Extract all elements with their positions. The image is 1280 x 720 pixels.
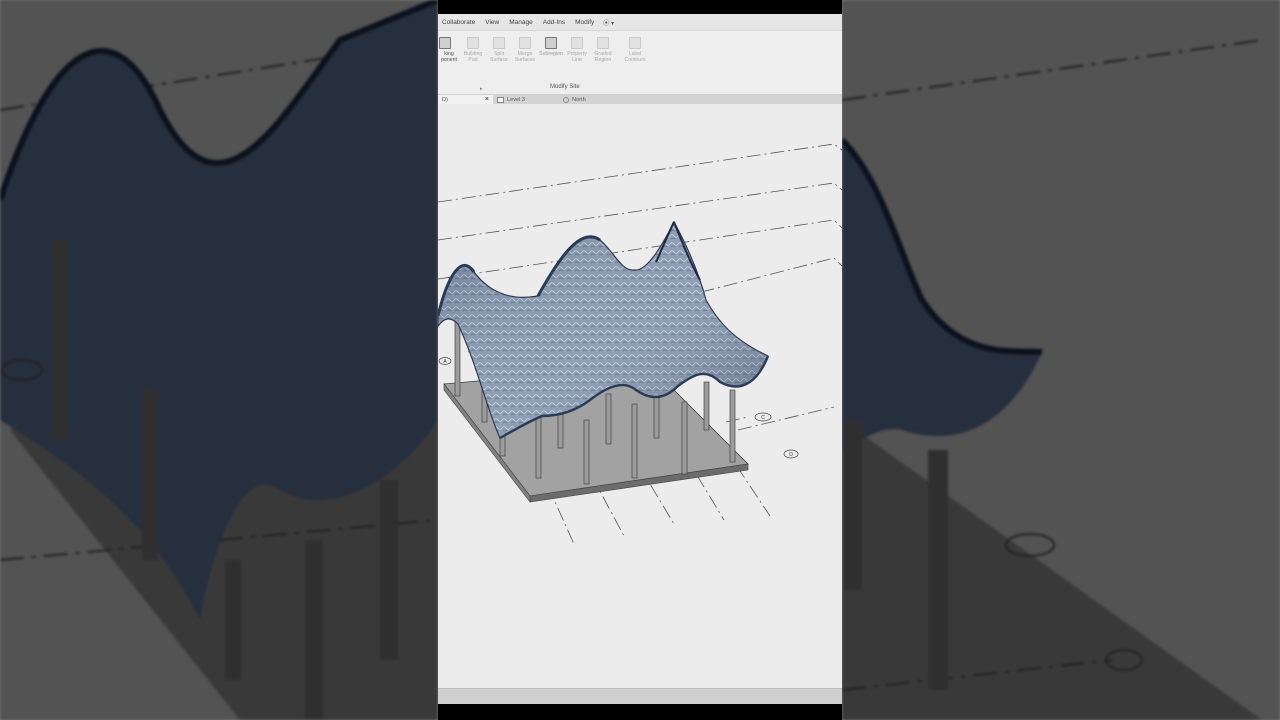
label-contours-button[interactable]: Label Contours — [622, 34, 648, 80]
model-canvas[interactable]: A C D — [438, 104, 842, 688]
view-tab-label: Level 3 — [507, 96, 526, 103]
label-contours-icon — [629, 37, 641, 49]
grid-bubble-d[interactable]: D — [783, 449, 799, 459]
view-tab-north[interactable]: North — [559, 95, 590, 104]
split-surface-icon — [493, 37, 505, 49]
frame-bottom-edge — [438, 704, 842, 720]
grid-d-line — [737, 406, 835, 431]
property-line-icon — [571, 37, 583, 49]
subregion-icon — [545, 37, 557, 49]
split-surface-button[interactable]: Split Surface — [486, 34, 512, 80]
parking-component-button[interactable]: king ponent — [438, 34, 460, 80]
tool-label: Label Contours — [624, 51, 646, 63]
modify-site-tools: king ponent Building Pad Split Surface M… — [438, 34, 842, 80]
blurred-background-left — [0, 0, 438, 720]
grid-c-line — [725, 416, 749, 423]
tab-add-ins[interactable]: Add-Ins — [538, 19, 570, 26]
tool-label: Merge Surfaces — [514, 51, 536, 63]
grid-bubble-label: D — [789, 452, 793, 458]
blurred-background-right — [842, 0, 1280, 720]
blurred-canopy-left — [0, 0, 438, 720]
tool-label: Property Line — [567, 51, 587, 63]
view-tab-level-3[interactable]: Level 3 — [493, 95, 529, 104]
tab-manage[interactable]: Manage — [504, 19, 538, 26]
tool-label: Building Pad — [463, 51, 483, 63]
close-icon[interactable]: × — [485, 96, 489, 103]
building-pad-button[interactable]: Building Pad — [460, 34, 486, 80]
subregion-button[interactable]: Subregion — [538, 34, 564, 80]
property-line-button[interactable]: Property Line — [564, 34, 590, 80]
tool-label: Split Surface — [490, 51, 508, 63]
component-icon — [439, 37, 451, 49]
panel-expand-arrow[interactable]: ▸ — [480, 86, 483, 92]
ribbon: Collaborate View Manage Add-Ins Modify ⦿… — [438, 14, 842, 95]
merge-surfaces-icon — [519, 37, 531, 49]
revit-window: Collaborate View Manage Add-Ins Modify ⦿… — [438, 0, 842, 720]
3d-viewport[interactable]: A C D — [438, 104, 842, 688]
tab-modify[interactable]: Modify — [570, 19, 599, 26]
grid-bubble-label: C — [761, 415, 765, 421]
view-tab-label: D) — [442, 96, 448, 103]
grid-bubble-c[interactable]: C — [754, 412, 772, 422]
grid-bubble-a[interactable]: A — [438, 357, 452, 366]
graded-region-button[interactable]: Graded Region — [590, 34, 616, 80]
ribbon-tab-bar: Collaborate View Manage Add-Ins Modify ⦿… — [438, 14, 842, 31]
tab-view[interactable]: View — [480, 19, 504, 26]
status-bar — [438, 688, 842, 704]
floor-plan-icon — [497, 96, 504, 103]
view-tab-3d[interactable]: D) × — [438, 95, 493, 104]
view-tab-bar: D) × Level 3 North — [438, 95, 842, 104]
blurred-canopy-right — [842, 0, 1280, 720]
elevation-icon — [563, 96, 570, 103]
tool-label: Subregion — [539, 51, 563, 57]
contextual-tab-dropdown[interactable]: ⦿ ▾ — [603, 18, 614, 27]
merge-surfaces-button[interactable]: Merge Surfaces — [512, 34, 538, 80]
tool-label: Graded Region — [594, 51, 612, 63]
view-tab-label: North — [572, 96, 586, 103]
building-pad-icon — [467, 37, 479, 49]
tab-collaborate[interactable]: Collaborate — [438, 19, 480, 26]
graded-region-icon — [597, 37, 609, 49]
panel-label: Modify Site — [550, 84, 580, 90]
